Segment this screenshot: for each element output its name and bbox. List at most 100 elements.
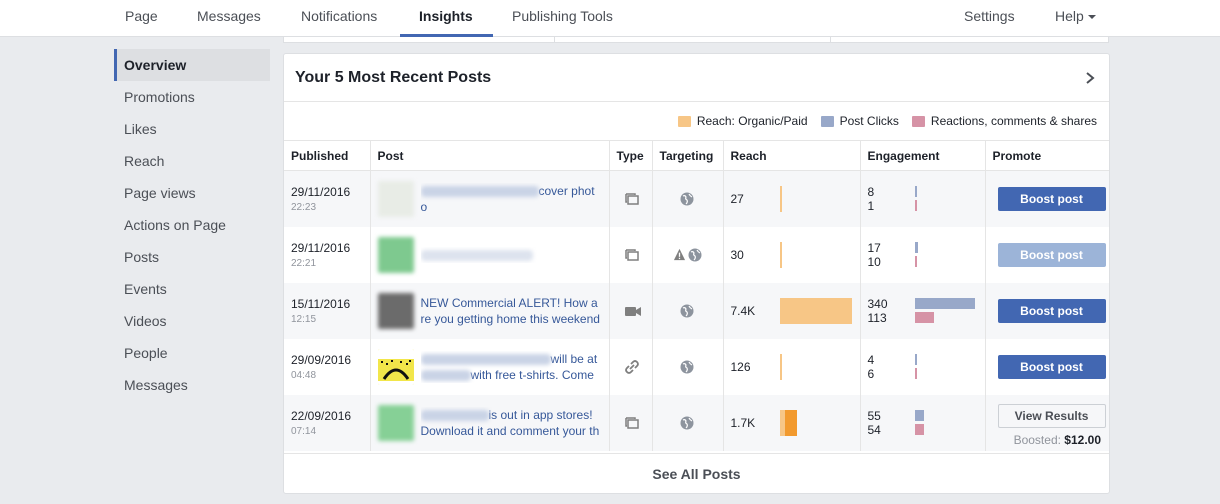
post-text[interactable]	[420, 247, 603, 263]
legend-label-clicks: Post Clicks	[839, 114, 899, 128]
help-menu[interactable]: Help	[1055, 0, 1096, 37]
globe-icon	[680, 360, 693, 373]
reach-bar	[779, 185, 782, 212]
column-header-published[interactable]: Published	[284, 140, 371, 171]
post-text[interactable]: NEW Commercial ALERT! How a re you getti…	[421, 295, 603, 327]
post-date: 15/11/2016	[291, 296, 351, 311]
post-thumbnail[interactable]	[377, 404, 414, 441]
boost-post-button[interactable]: Boost post	[997, 354, 1106, 379]
legend-label-reach: Reach: Organic/Paid	[696, 114, 808, 128]
insights-sidebar: Overview Promotions Likes Reach Page vie…	[114, 49, 270, 401]
sidebar-item-events[interactable]: Events	[114, 273, 270, 305]
post-time: 22:23	[291, 201, 317, 213]
globe-icon	[680, 192, 693, 206]
tab-notifications[interactable]: Notifications	[301, 0, 377, 37]
sidebar-item-actions-on-page[interactable]: Actions on Page	[114, 209, 270, 241]
reach-value: 27	[730, 191, 744, 206]
reach-value: 126	[730, 359, 751, 374]
reactions-value: 6	[867, 366, 875, 381]
sidebar-item-videos[interactable]: Videos	[114, 305, 270, 337]
post-thumbnail[interactable]	[377, 348, 414, 385]
reactions-value: 113	[867, 310, 887, 325]
reactions-bar	[914, 200, 917, 212]
post-thumbnail[interactable]	[377, 292, 414, 329]
post-clicks-bar	[914, 186, 917, 198]
tab-page[interactable]: Page	[125, 0, 158, 37]
post-clicks-value: 4	[867, 352, 875, 367]
post-date: 22/09/2016	[291, 408, 352, 423]
tab-settings[interactable]: Settings	[964, 0, 1015, 37]
post-date: 29/11/2016	[291, 240, 351, 255]
post-text[interactable]: will be at with free t-shirts. Come	[420, 351, 603, 383]
boost-post-button[interactable]: Boost post	[997, 186, 1106, 211]
table-row: 29/11/2016 22:21 30 17 10 Boost post	[284, 226, 1109, 283]
reactions-value: 10	[867, 254, 881, 269]
video-icon	[624, 306, 641, 316]
table-row: 29/11/2016 22:23 cover phot o 27 81 Boos…	[284, 170, 1109, 227]
sidebar-item-messages[interactable]: Messages	[114, 369, 270, 401]
reactions-bar	[914, 424, 924, 435]
warning-icon	[673, 248, 685, 260]
reach-bar	[779, 241, 782, 268]
reach-bar	[779, 297, 852, 324]
boosted-amount: Boosted: $12.00	[1013, 433, 1101, 447]
post-time: 12:15	[291, 313, 317, 325]
post-clicks-value: 55	[867, 408, 881, 423]
photo-icon	[624, 248, 639, 261]
reactions-bar	[914, 312, 934, 323]
sidebar-item-promotions[interactable]: Promotions	[114, 81, 270, 113]
caret-down-icon	[1087, 15, 1096, 20]
post-clicks-value: 8	[867, 184, 875, 199]
legend-swatch-reach	[677, 115, 691, 127]
snapcode-image	[377, 348, 414, 385]
globe-icon	[680, 416, 693, 429]
card-header: Your 5 Most Recent Posts	[284, 54, 1109, 102]
view-results-button[interactable]: View Results	[997, 404, 1106, 428]
table-row: 22/09/2016 07:14 is out in app stores! Do…	[284, 394, 1109, 451]
boost-post-button-disabled[interactable]: Boost post	[997, 242, 1106, 267]
post-text[interactable]: cover phot o	[420, 183, 603, 215]
reactions-bar	[914, 256, 917, 267]
tab-publishing-tools[interactable]: Publishing Tools	[512, 0, 613, 37]
table-row: 15/11/2016 12:15 NEW Commercial ALERT! Ho…	[284, 282, 1109, 339]
reactions-value: 1	[867, 198, 875, 213]
post-thumbnail[interactable]	[377, 180, 414, 217]
tab-insights[interactable]: Insights	[419, 0, 473, 37]
column-header-reach[interactable]: Reach	[723, 140, 861, 171]
photo-icon	[624, 416, 639, 429]
reach-bar	[779, 409, 797, 436]
tab-messages[interactable]: Messages	[197, 0, 261, 37]
link-icon	[624, 359, 639, 374]
sidebar-item-likes[interactable]: Likes	[114, 113, 270, 145]
post-thumbnail[interactable]	[377, 236, 414, 273]
column-header-promote[interactable]: Promote	[985, 140, 1109, 171]
table-row: 29/09/2016 04:48 will be at with free t-s…	[284, 338, 1109, 395]
post-clicks-bar	[914, 242, 918, 253]
reactions-bar	[914, 368, 917, 379]
sidebar-item-posts[interactable]: Posts	[114, 241, 270, 273]
posts-table: Published Post Type Targeting Reach Enga…	[284, 140, 1109, 451]
column-header-post[interactable]: Post	[370, 140, 610, 171]
chevron-right-icon[interactable]	[1083, 70, 1097, 86]
reach-value: 1.7K	[730, 415, 756, 430]
sidebar-item-reach[interactable]: Reach	[114, 145, 270, 177]
legend-label-reactions: Reactions, comments & shares	[930, 114, 1097, 128]
column-header-engagement[interactable]: Engagement	[860, 140, 986, 171]
sidebar-item-overview[interactable]: Overview	[114, 49, 270, 81]
see-all-posts-link[interactable]: See All Posts	[284, 453, 1109, 493]
sidebar-item-people[interactable]: People	[114, 337, 270, 369]
legend-swatch-reactions	[911, 115, 925, 127]
post-text[interactable]: is out in app stores! Download it and co…	[420, 407, 603, 439]
post-date: 29/11/2016	[291, 184, 351, 199]
sidebar-item-page-views[interactable]: Page views	[114, 177, 270, 209]
post-clicks-bar	[914, 298, 975, 309]
reach-bar	[779, 353, 782, 380]
column-header-targeting[interactable]: Targeting	[652, 140, 724, 171]
post-time: 22:21	[291, 257, 317, 269]
post-date: 29/09/2016	[291, 352, 352, 367]
post-time: 04:48	[291, 369, 317, 381]
boost-post-button[interactable]: Boost post	[997, 298, 1106, 323]
reactions-value: 54	[867, 422, 881, 437]
help-label: Help	[1055, 8, 1084, 24]
column-header-type[interactable]: Type	[609, 140, 653, 171]
